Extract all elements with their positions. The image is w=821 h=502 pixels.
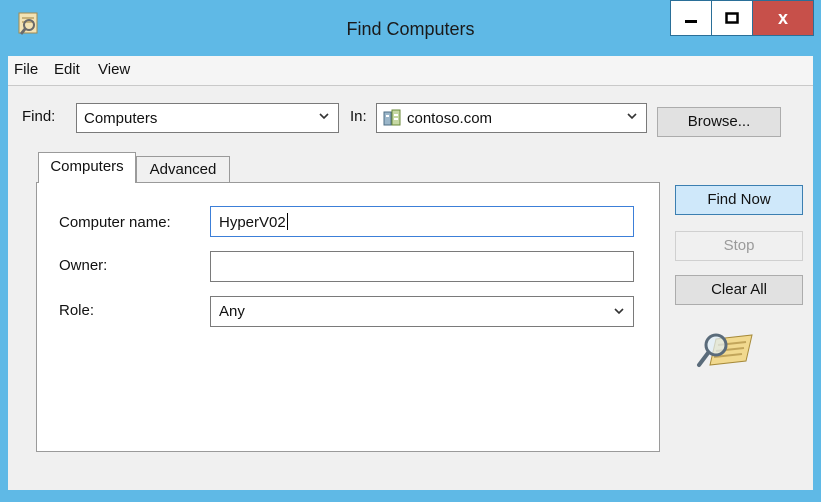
clear-all-button[interactable]: Clear All — [675, 275, 803, 305]
computer-name-value: HyperV02 — [219, 213, 288, 231]
in-value: contoso.com — [407, 110, 493, 127]
owner-label: Owner: — [59, 257, 108, 274]
dialog-body: Find: Computers In: contoso.com Browse..… — [8, 86, 813, 490]
chevron-down-icon — [614, 308, 624, 315]
in-dropdown[interactable]: contoso.com — [376, 103, 647, 133]
role-value: Any — [219, 303, 245, 320]
find-now-button[interactable]: Find Now — [675, 185, 803, 215]
stop-button[interactable]: Stop — [675, 231, 803, 261]
role-dropdown[interactable]: Any — [210, 296, 634, 327]
menu-edit[interactable]: Edit — [54, 61, 80, 78]
computer-name-label: Computer name: — [59, 214, 171, 231]
owner-field[interactable] — [210, 251, 634, 282]
magnifier-icon — [697, 333, 753, 367]
find-value: Computers — [84, 110, 158, 127]
browse-button[interactable]: Browse... — [657, 107, 781, 137]
menu-file[interactable]: File — [14, 61, 38, 78]
menu-bar: File Edit View — [8, 56, 813, 86]
in-label: In: — [350, 108, 367, 125]
find-label: Find: — [22, 108, 56, 125]
minimize-button[interactable] — [670, 0, 712, 36]
maximize-button[interactable] — [711, 0, 753, 36]
close-icon: x — [777, 7, 788, 28]
tab-computers[interactable]: Computers — [38, 152, 136, 183]
title-bar: Find Computers x — [0, 0, 821, 56]
maximize-icon — [725, 12, 739, 24]
domain-icon — [383, 109, 401, 126]
computer-name-field[interactable]: HyperV02 — [210, 206, 634, 237]
tab-panel-computers: Computer name: HyperV02 Owner: Role: Any — [36, 182, 660, 452]
find-dropdown[interactable]: Computers — [76, 103, 339, 133]
minimize-icon — [685, 20, 697, 23]
close-button[interactable]: x — [752, 0, 814, 36]
tab-advanced[interactable]: Advanced — [136, 156, 230, 182]
menu-view[interactable]: View — [98, 61, 130, 78]
chevron-down-icon — [319, 113, 329, 120]
find-computers-window: Find Computers x File Edit View Find: Co… — [0, 0, 821, 502]
chevron-down-icon — [627, 113, 637, 120]
role-label: Role: — [59, 302, 95, 319]
